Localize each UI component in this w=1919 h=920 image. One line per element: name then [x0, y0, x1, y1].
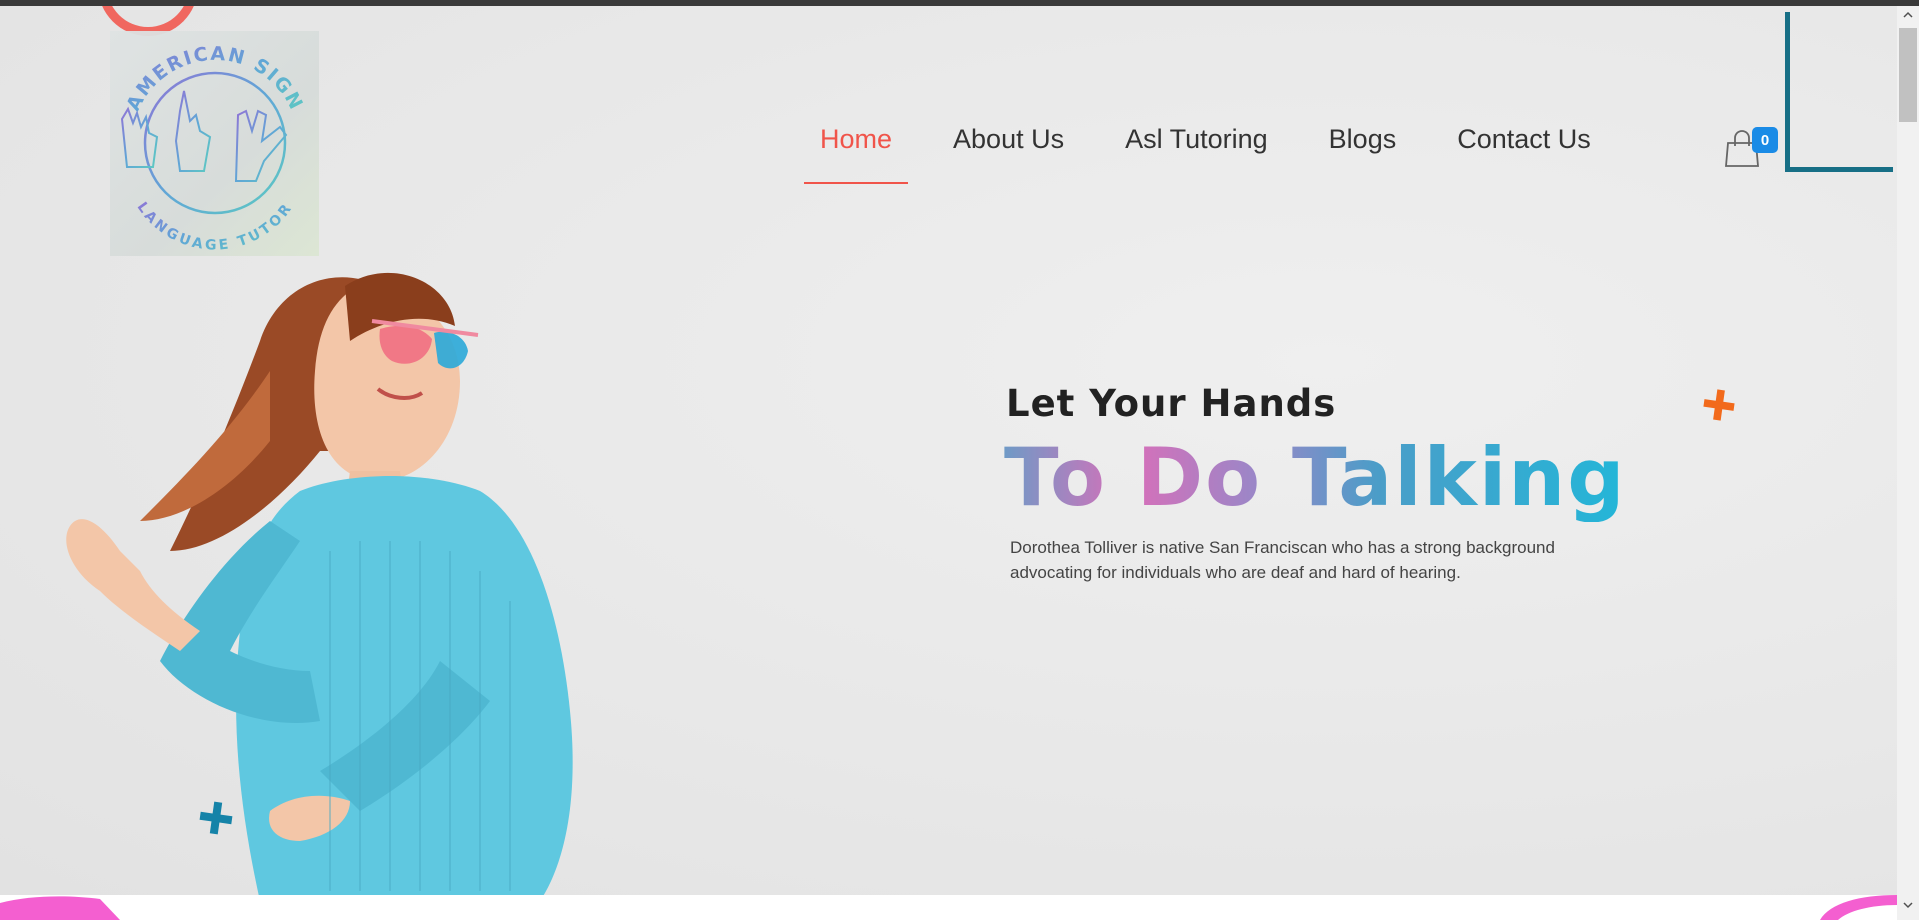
scroll-down-arrow-icon[interactable] — [1903, 900, 1913, 910]
svg-text:LANGUAGE TUTOR: LANGUAGE TUTOR — [134, 199, 297, 253]
plus-decoration-icon — [199, 801, 233, 835]
nav-blogs[interactable]: Blogs — [1329, 126, 1397, 153]
logo-text-bottom: LANGUAGE TUTOR — [134, 199, 294, 253]
decorative-pink-ring — [1820, 895, 1897, 920]
plus-decoration-icon — [1703, 389, 1735, 421]
asl-logo-graphic: AMERICAN SIGN LANGUAGE TUTOR — [120, 43, 307, 254]
logo-text-top: AMERICAN SIGN — [122, 43, 305, 115]
cart-count-badge: 0 — [1752, 127, 1778, 153]
hero-subtitle: Let Your Hands — [1006, 382, 1337, 425]
site-logo[interactable]: AMERICAN SIGN LANGUAGE TUTOR — [110, 31, 319, 256]
hero-description: Dorothea Tolliver is native San Francisc… — [1010, 538, 1555, 582]
nav-contact-us[interactable]: Contact Us — [1457, 126, 1591, 153]
nav-asl-tutoring[interactable]: Asl Tutoring — [1125, 126, 1268, 153]
nav-about-us[interactable]: About Us — [953, 126, 1064, 153]
decorative-corner-frame — [1785, 12, 1893, 172]
scrollbar-thumb[interactable] — [1899, 28, 1917, 122]
svg-text:AMERICAN SIGN: AMERICAN SIGN — [122, 43, 307, 115]
hero-title: To Do Talking — [1004, 431, 1627, 524]
decorative-pink-shape — [0, 896, 120, 920]
page-scrollbar[interactable] — [1897, 6, 1919, 920]
scroll-up-arrow-icon[interactable] — [1903, 10, 1913, 20]
hero-woman-image — [66, 272, 573, 895]
nav-home[interactable]: Home — [803, 126, 909, 184]
next-section-edge — [0, 895, 1897, 920]
hero-section: AMERICAN SIGN LANGUAGE TUTOR Home About … — [0, 6, 1897, 895]
main-nav: Home About Us Asl Tutoring Blogs Contact… — [803, 126, 1591, 184]
